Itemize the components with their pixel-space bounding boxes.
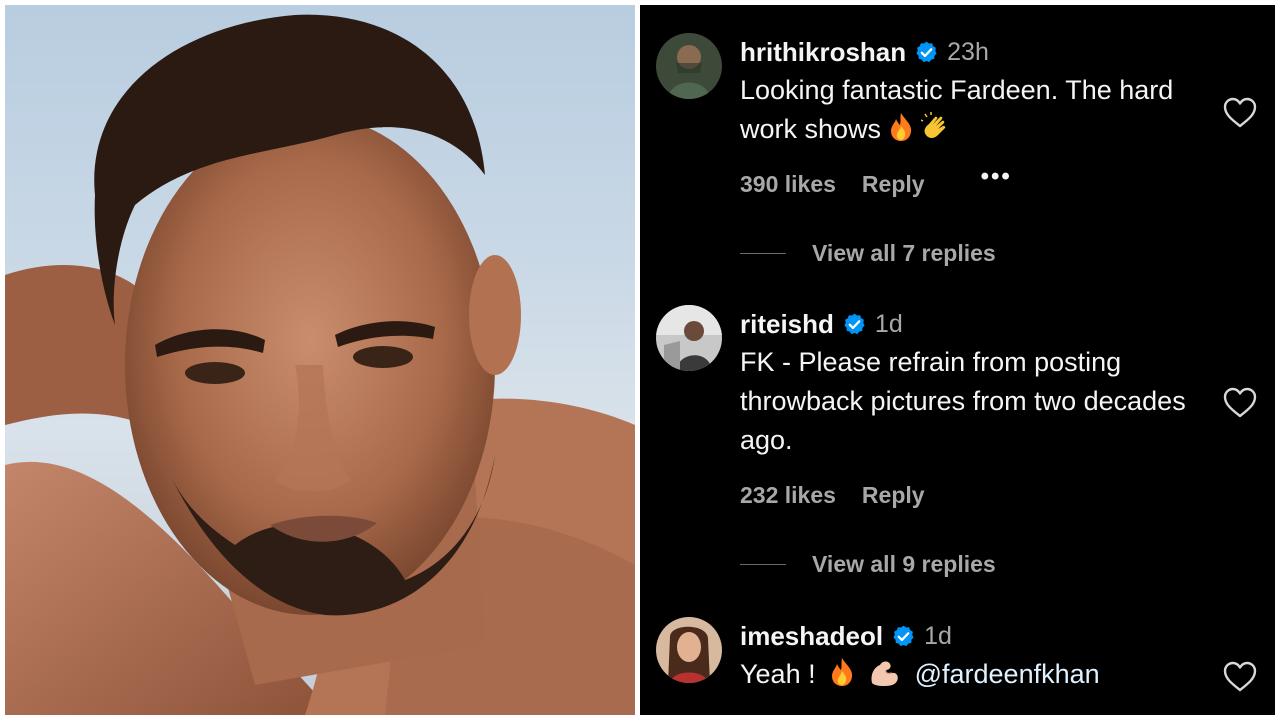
avatar-image (656, 305, 722, 371)
timestamp: 23h (947, 37, 989, 66)
likes-count[interactable]: 232 likes (740, 482, 836, 509)
username-row: imeshadeol 1d (740, 619, 1210, 653)
username[interactable]: imeshadeol (740, 621, 883, 652)
more-options-icon[interactable]: ••• (981, 164, 1012, 188)
comment-body: riteishd 1d FK - Please refrain from pos… (740, 307, 1210, 509)
view-replies-label[interactable]: View all 7 replies (812, 240, 996, 267)
verified-badge-icon (893, 625, 914, 646)
heart-outline-icon[interactable] (1223, 387, 1257, 419)
view-replies-button[interactable]: View all 9 replies (740, 551, 996, 578)
portrait-illustration (5, 14, 635, 715)
timestamp: 1d (874, 309, 903, 338)
username-row: riteishd 1d (740, 307, 1210, 341)
comment-text-content: Yeah ! (740, 659, 816, 689)
username[interactable]: riteishd (740, 309, 834, 340)
comment-text: FK - Please refrain from posting throwba… (740, 347, 1186, 455)
username[interactable]: hrithikroshan (740, 37, 906, 68)
comment-text: Looking fantastic Fardeen. The hard work… (740, 71, 1210, 149)
likes-count[interactable]: 390 likes (740, 171, 836, 198)
comment-body: hrithikroshan 23h Looking fantastic Fard… (740, 35, 1210, 198)
verified-badge-icon (916, 41, 937, 62)
avatar-image (656, 617, 722, 683)
screenshot-frame: hrithikroshan 23h Looking fantastic Fard… (0, 0, 1280, 720)
comment-meta-row: 390 likes Reply ••• (740, 164, 1210, 198)
flexed-biceps-emoji-icon (871, 661, 898, 686)
reply-divider-line (740, 564, 786, 565)
view-replies-button[interactable]: View all 7 replies (740, 240, 996, 267)
heart-outline-icon[interactable] (1223, 661, 1257, 693)
heart-outline-icon[interactable] (1223, 97, 1257, 129)
avatar[interactable] (656, 617, 722, 683)
avatar-image (656, 33, 722, 99)
comment-meta-row: 232 likes Reply (740, 482, 1210, 509)
comment-body: imeshadeol 1d Yeah ! @fardeenfkhan (740, 619, 1210, 694)
reply-divider-line (740, 253, 786, 254)
verified-badge-icon (844, 313, 865, 334)
username-row: hrithikroshan 23h (740, 35, 1210, 69)
reply-button[interactable]: Reply (862, 482, 925, 509)
fire-emoji-icon (831, 658, 852, 686)
view-replies-label[interactable]: View all 9 replies (812, 551, 996, 578)
timestamp: 1d (924, 621, 952, 650)
avatar[interactable] (656, 33, 722, 99)
fire-emoji-icon (891, 113, 912, 141)
post-photo (5, 5, 635, 715)
clapping-hands-emoji-icon (921, 112, 946, 138)
avatar[interactable] (656, 305, 722, 371)
mention-link[interactable]: @fardeenfkhan (915, 659, 1100, 689)
comment-text-content: Looking fantastic Fardeen. The hard work… (740, 75, 1174, 144)
comments-panel: hrithikroshan 23h Looking fantastic Fard… (640, 5, 1275, 715)
comment-text: Yeah ! @fardeenfkhan (740, 655, 1210, 694)
reply-button[interactable]: Reply (862, 171, 925, 198)
